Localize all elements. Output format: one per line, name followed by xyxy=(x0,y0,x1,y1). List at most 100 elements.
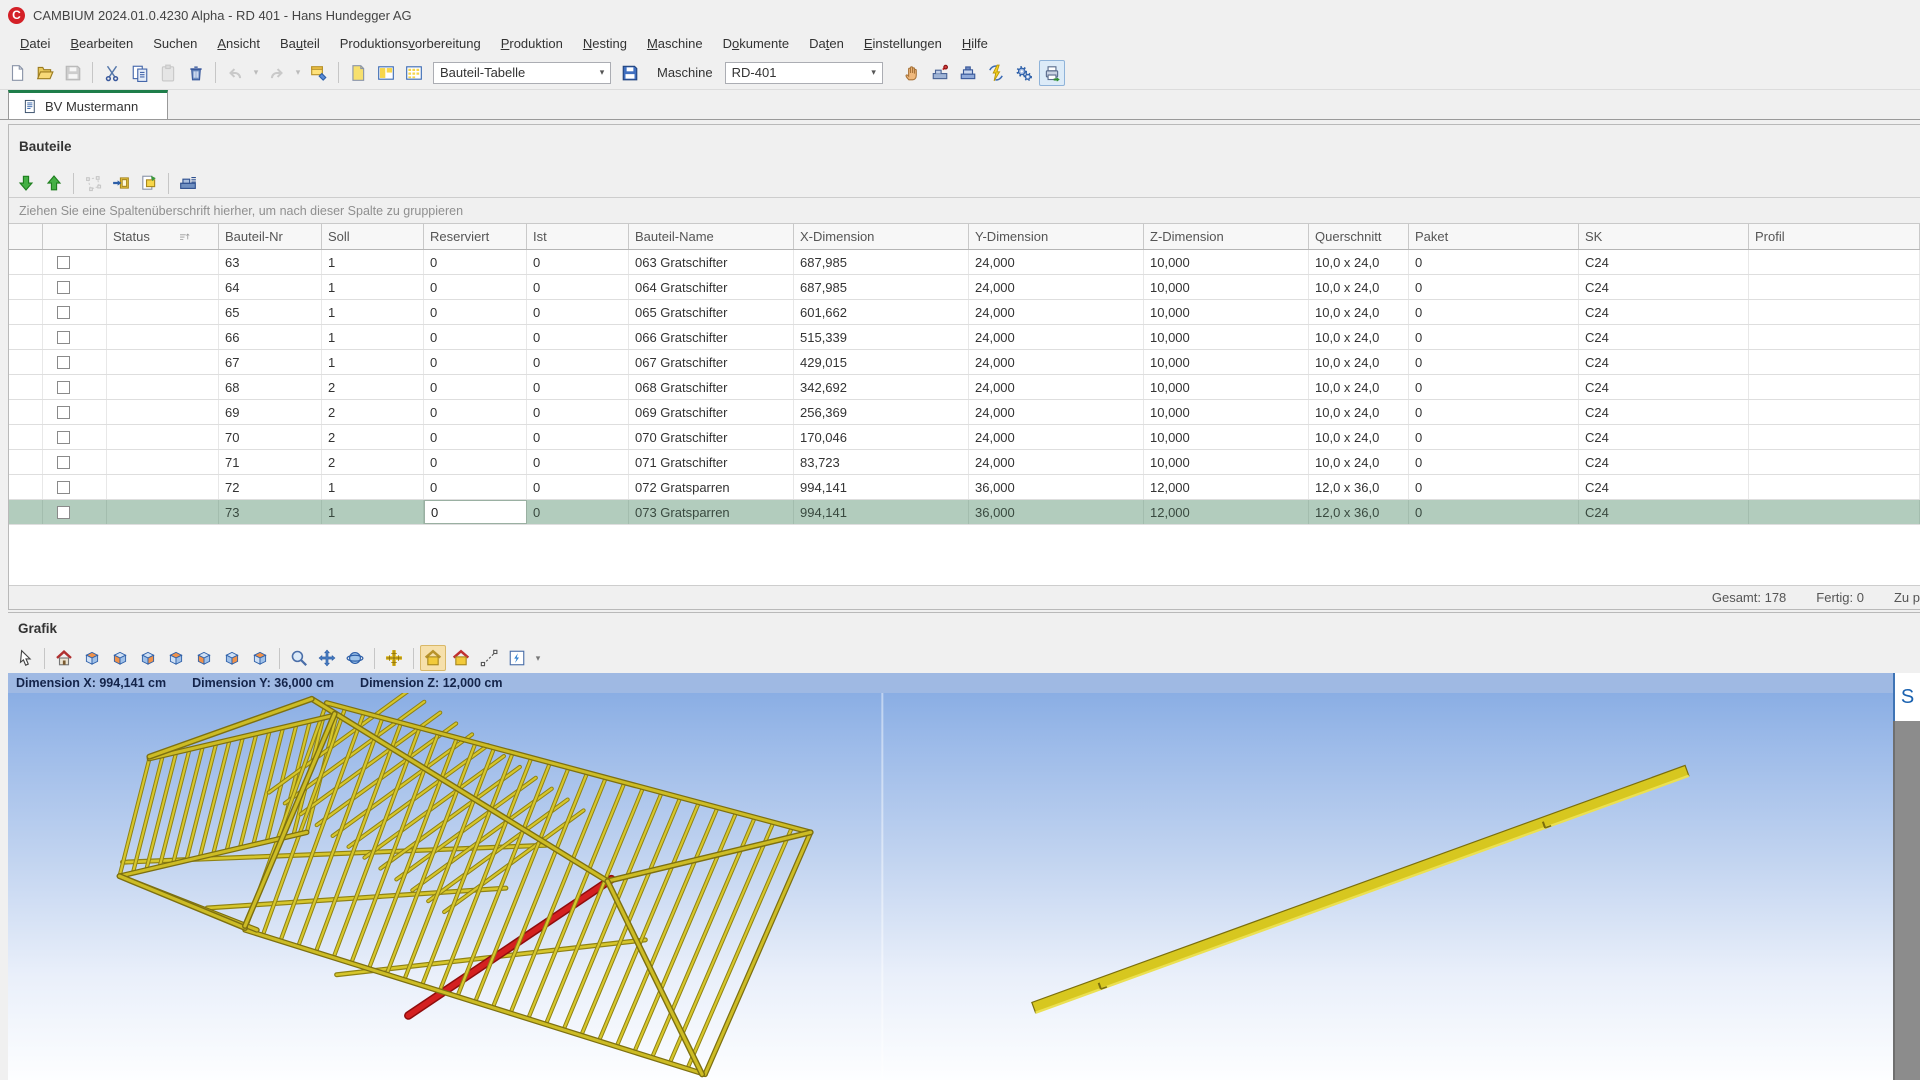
column-header-profil[interactable]: Profil xyxy=(1749,224,1920,249)
cube-view-left-button[interactable] xyxy=(191,645,217,671)
column-header-bauteil-nr[interactable]: Bauteil-Nr xyxy=(219,224,322,249)
machine-select-combo[interactable]: RD-401▾ xyxy=(725,62,883,84)
row-checkbox[interactable] xyxy=(57,331,70,344)
column-header-y-dimension[interactable]: Y-Dimension xyxy=(969,224,1144,249)
menu-daten[interactable]: Daten xyxy=(799,33,854,54)
dropdown-caret[interactable]: ▾ xyxy=(532,653,544,664)
export-part-button[interactable] xyxy=(136,170,162,196)
graphics-viewport-3d[interactable]: Dimension X: 994,141 cm Dimension Y: 36,… xyxy=(8,673,1920,1080)
cube-view-left-button[interactable] xyxy=(107,645,133,671)
table-row-63[interactable]: 63100063 Gratschifter687,98524,00010,000… xyxy=(9,250,1920,275)
table-row-64[interactable]: 64100064 Gratschifter687,98524,00010,000… xyxy=(9,275,1920,300)
table-row-68[interactable]: 68200068 Gratschifter342,69224,00010,000… xyxy=(9,375,1920,400)
menu-datei[interactable]: Datei xyxy=(10,33,60,54)
home-view-button[interactable] xyxy=(51,645,77,671)
ruler-cross-button[interactable] xyxy=(381,645,407,671)
dropdown-caret[interactable]: ▾ xyxy=(292,67,304,78)
cube-view-top-button[interactable] xyxy=(163,645,189,671)
toolbar-separator xyxy=(73,173,74,194)
row-checkbox[interactable] xyxy=(57,281,70,294)
cube-view-top-button[interactable] xyxy=(79,645,105,671)
open-folder-button[interactable] xyxy=(32,60,58,86)
column-header-ist[interactable]: Ist xyxy=(527,224,629,249)
roof-structure-3d-scene[interactable] xyxy=(8,673,1920,1079)
row-checkbox[interactable] xyxy=(57,356,70,369)
menu-hilfe[interactable]: Hilfe xyxy=(952,33,998,54)
column-header-sk[interactable]: SK xyxy=(1579,224,1749,249)
view-select-combo[interactable]: Bauteil-Tabelle▾ xyxy=(433,62,611,84)
cut-button[interactable] xyxy=(99,60,125,86)
row-checkbox[interactable] xyxy=(57,306,70,319)
save-view-button[interactable] xyxy=(617,60,643,86)
chevron-down-icon[interactable]: ▾ xyxy=(594,67,610,78)
document-view-button[interactable] xyxy=(345,60,371,86)
arrow-up-button[interactable] xyxy=(41,170,67,196)
column-header-x-dimension[interactable]: X-Dimension xyxy=(794,224,969,249)
table-row-71[interactable]: 71200071 Gratschifter83,72324,00010,0001… xyxy=(9,450,1920,475)
cube-view-right-button[interactable] xyxy=(219,645,245,671)
settings-gears-button[interactable] xyxy=(1011,60,1037,86)
measure-distance-button[interactable] xyxy=(476,645,502,671)
hand-tool-button[interactable] xyxy=(899,60,925,86)
menu-ansicht[interactable]: Ansicht xyxy=(207,33,270,54)
menu-dokumente[interactable]: Dokumente xyxy=(713,33,800,54)
zoom-button[interactable] xyxy=(286,645,312,671)
table-row-67[interactable]: 67100067 Gratschifter429,01524,00010,000… xyxy=(9,350,1920,375)
new-document-button[interactable] xyxy=(4,60,30,86)
menu-nesting[interactable]: Nesting xyxy=(573,33,637,54)
column-header-status[interactable]: Status xyxy=(107,224,219,249)
row-checkbox[interactable] xyxy=(57,481,70,494)
group-by-bar[interactable]: Ziehen Sie eine Spaltenüberschrift hierh… xyxy=(9,197,1920,223)
menu-suchen[interactable]: Suchen xyxy=(143,33,207,54)
row-checkbox[interactable] xyxy=(57,256,70,269)
table-row-69[interactable]: 69200069 Gratschifter256,36924,00010,000… xyxy=(9,400,1920,425)
cube-view-right-button[interactable] xyxy=(135,645,161,671)
select-cursor-button[interactable] xyxy=(12,645,38,671)
options-z-button[interactable] xyxy=(504,645,530,671)
add-package-button[interactable] xyxy=(108,170,134,196)
row-checkbox[interactable] xyxy=(57,456,70,469)
table-view-button[interactable] xyxy=(401,60,427,86)
table-row-65[interactable]: 65100065 Gratschifter601,66224,00010,000… xyxy=(9,300,1920,325)
pan-button[interactable] xyxy=(314,645,340,671)
column-header-bauteil-name[interactable]: Bauteil-Name xyxy=(629,224,794,249)
row-checkbox[interactable] xyxy=(57,506,70,519)
cube-view-top-button[interactable] xyxy=(247,645,273,671)
menu-produktion[interactable]: Produktion xyxy=(491,33,573,54)
column-header-paket[interactable]: Paket xyxy=(1409,224,1579,249)
arrow-down-button[interactable] xyxy=(13,170,39,196)
copy-button[interactable] xyxy=(127,60,153,86)
status-cell xyxy=(107,475,219,499)
menu-maschine[interactable]: Maschine xyxy=(637,33,713,54)
column-header-querschnitt[interactable]: Querschnitt xyxy=(1309,224,1409,249)
row-checkbox[interactable] xyxy=(57,381,70,394)
split-view-button[interactable] xyxy=(373,60,399,86)
side-panel-tab[interactable]: S xyxy=(1893,673,1920,721)
column-header-z-dimension[interactable]: Z-Dimension xyxy=(1144,224,1309,249)
print-transfer-button[interactable] xyxy=(1039,60,1065,86)
row-checkbox[interactable] xyxy=(57,406,70,419)
table-row-72[interactable]: 72100072 Gratsparren994,14136,00012,0001… xyxy=(9,475,1920,500)
column-header-reserviert[interactable]: Reserviert xyxy=(424,224,527,249)
chevron-down-icon[interactable]: ▾ xyxy=(866,67,882,78)
machine-setup-button[interactable] xyxy=(927,60,953,86)
tab-bv-mustermann[interactable]: BV Mustermann xyxy=(8,90,168,119)
column-header-soll[interactable]: Soll xyxy=(322,224,424,249)
menu-bauteil[interactable]: Bauteil xyxy=(270,33,330,54)
menu-produktionsvorbereitung[interactable]: Produktionsvorbereitung xyxy=(330,33,491,54)
project-structure-button[interactable] xyxy=(306,60,332,86)
table-row-70[interactable]: 70200070 Gratschifter170,04624,00010,000… xyxy=(9,425,1920,450)
row-checkbox[interactable] xyxy=(57,431,70,444)
menu-bearbeiten[interactable]: Bearbeiten xyxy=(60,33,143,54)
house-part-button[interactable] xyxy=(448,645,474,671)
table-row-73[interactable]: 73100073 Gratsparren994,14136,00012,0001… xyxy=(9,500,1920,525)
send-machine-button[interactable] xyxy=(175,170,201,196)
menu-einstellungen[interactable]: Einstellungen xyxy=(854,33,952,54)
machine-transfer-button[interactable] xyxy=(955,60,981,86)
delete-button[interactable] xyxy=(183,60,209,86)
table-row-66[interactable]: 66100066 Gratschifter515,33924,00010,000… xyxy=(9,325,1920,350)
house-full-button[interactable] xyxy=(420,645,446,671)
orbit-button[interactable] xyxy=(342,645,368,671)
dropdown-caret[interactable]: ▾ xyxy=(250,67,262,78)
refresh-production-button[interactable] xyxy=(983,60,1009,86)
